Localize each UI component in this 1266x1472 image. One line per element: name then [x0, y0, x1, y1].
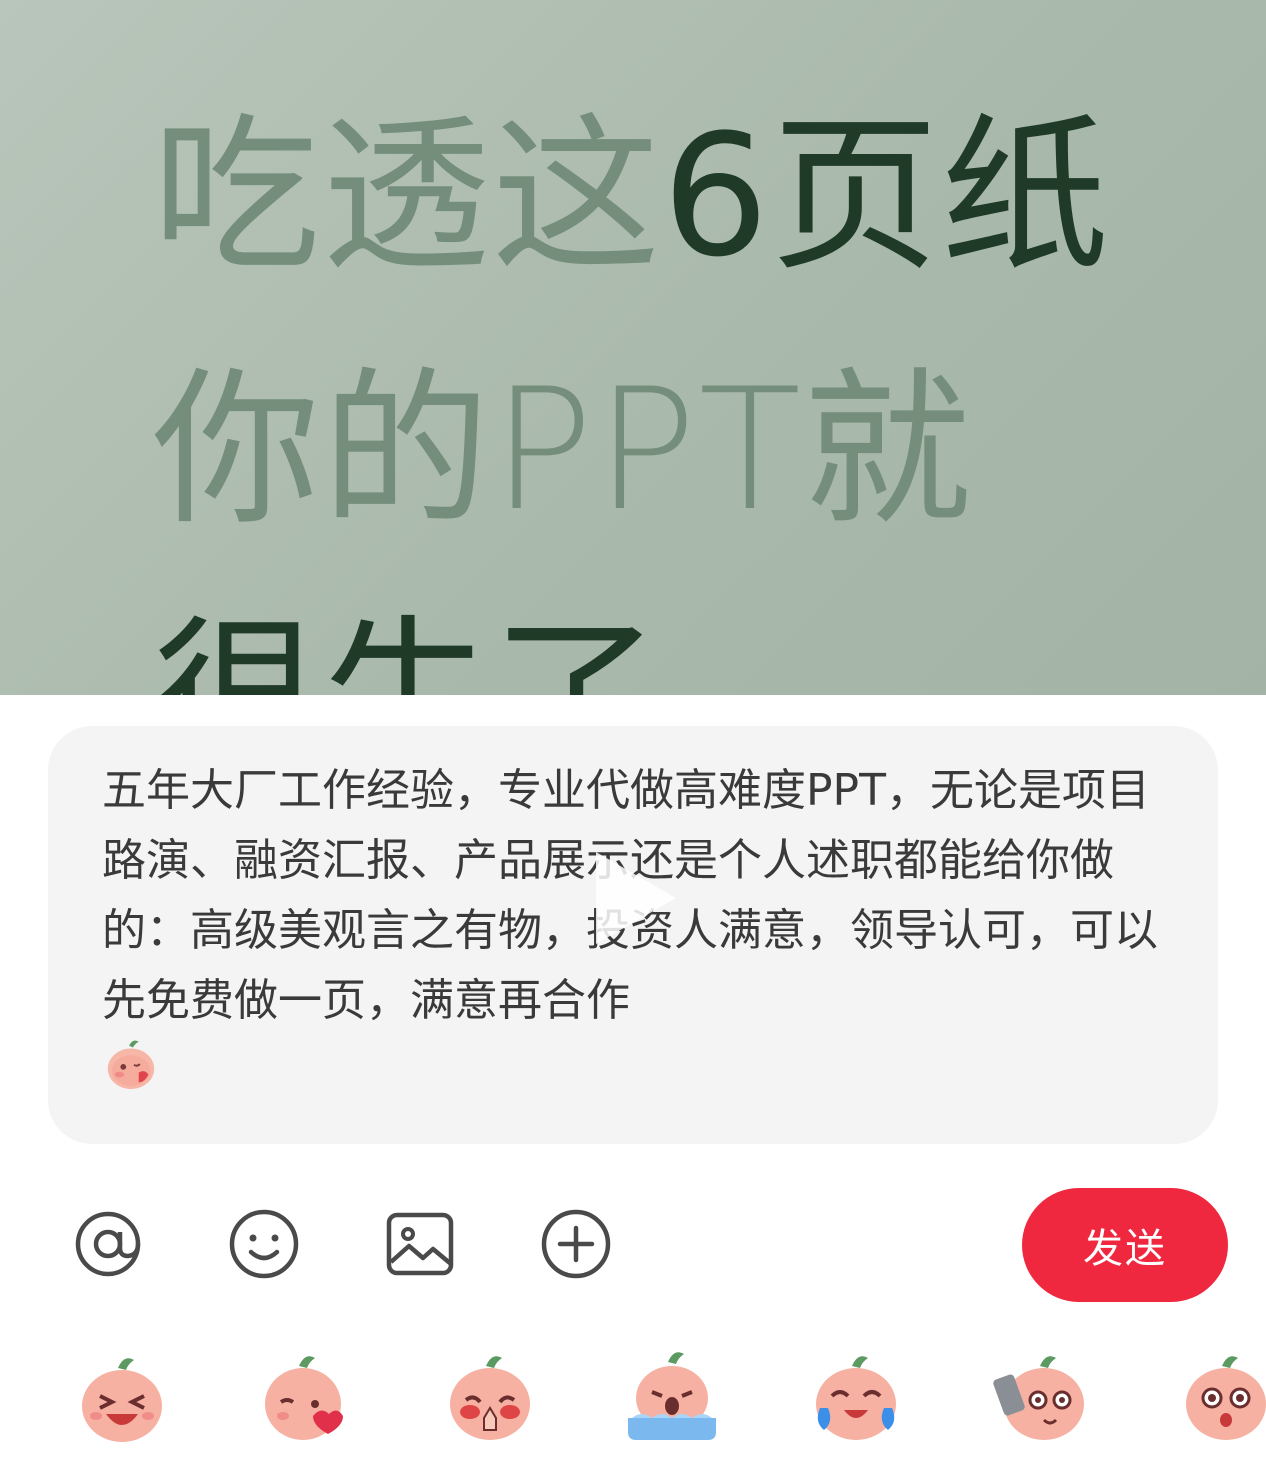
cover-title-line-1: 吃透这6页纸 [152, 96, 1111, 296]
plus-circle-icon [538, 1206, 614, 1286]
emoji-button[interactable] [226, 1208, 302, 1284]
at-icon [70, 1206, 146, 1286]
send-button[interactable]: 发送 [1022, 1188, 1228, 1302]
post-cover-image: 吃透这6页纸 你的PPT就 很牛了 [0, 0, 1266, 695]
cover-title-dark-part: 6页纸 [662, 98, 1111, 294]
cover-title-light-part: 吃透这 [152, 98, 662, 294]
sticker-peach-surprised-icon[interactable] [1176, 1346, 1266, 1446]
sticker-peach-heart-icon[interactable] [255, 1346, 355, 1446]
sticker-peach-pray-icon[interactable] [440, 1346, 540, 1446]
sticker-peach-cry-bath-icon[interactable] [622, 1346, 722, 1446]
smiley-icon [226, 1206, 302, 1286]
add-button[interactable] [538, 1208, 614, 1284]
image-button[interactable] [382, 1208, 458, 1284]
cover-title-line-2: 你的PPT就 [152, 352, 974, 548]
sticker-peach-phone-icon[interactable] [992, 1346, 1092, 1446]
sticker-bar [0, 1340, 1266, 1450]
video-play-icon[interactable] [596, 852, 676, 944]
sticker-peach-laugh-icon[interactable] [72, 1346, 172, 1446]
cover-title-line-3: 很牛了 [152, 598, 662, 695]
sticker-peach-tears-of-joy-icon[interactable] [806, 1346, 906, 1446]
mention-button[interactable] [70, 1208, 146, 1284]
peach-shy-emoji-icon [102, 1034, 160, 1092]
image-icon [382, 1206, 458, 1286]
